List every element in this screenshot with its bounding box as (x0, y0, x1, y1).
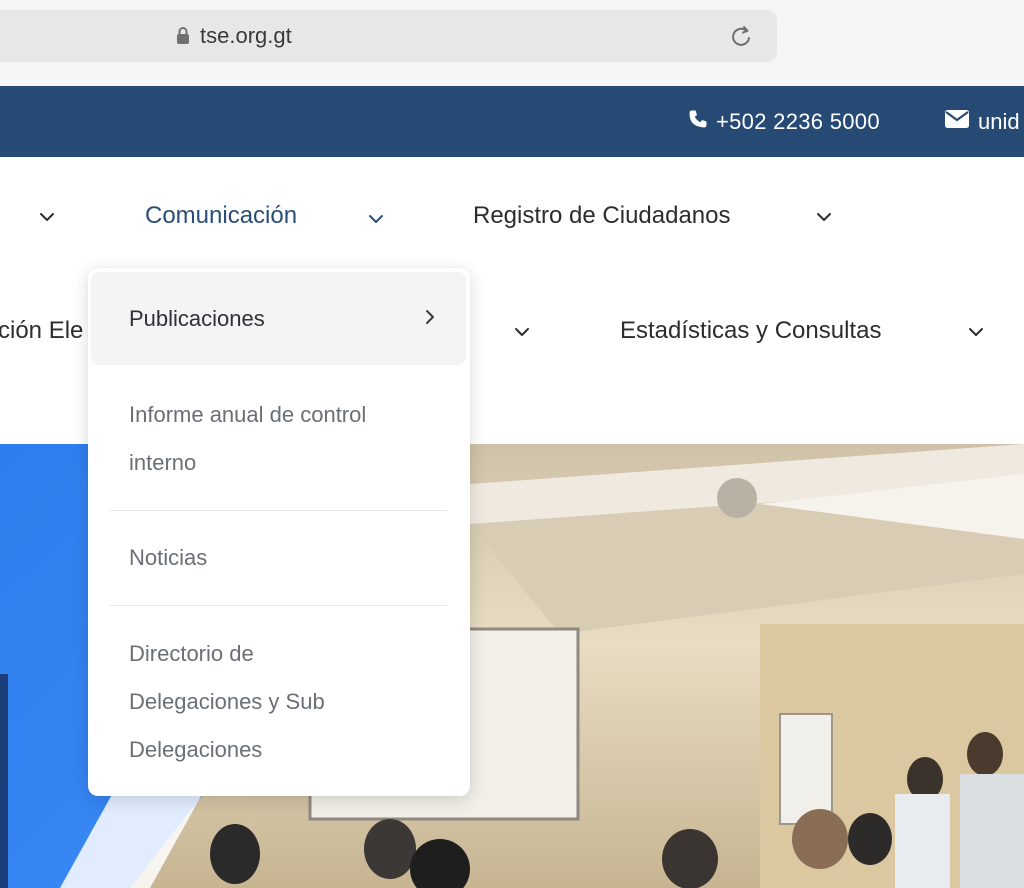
url-text: tse.org.gt (200, 23, 292, 48)
dropdown-item-label-line: Delegaciones (129, 737, 263, 762)
dropdown-item-label-line: Directorio de (129, 641, 254, 666)
address-bar[interactable]: tse.org.gt (0, 10, 777, 62)
dropdown-divider (110, 605, 447, 606)
url-display[interactable]: tse.org.gt (176, 10, 292, 62)
nav-item-registro-ciudadanos[interactable]: Registro de Ciudadanos (473, 202, 731, 230)
dropdown-divider (110, 510, 447, 511)
nav-item-organizacion-electoral[interactable]: ción Ele (0, 317, 83, 345)
nav-item-label: Registro de Ciudadanos (473, 202, 731, 229)
lock-icon (176, 26, 190, 46)
dropdown-item-publicaciones-label: Publicaciones (129, 306, 265, 331)
chevron-right-icon (426, 310, 434, 324)
chevron-down-icon[interactable] (39, 212, 55, 222)
top-info-bar: +502 2236 5000 unid (0, 86, 1024, 157)
nav-item-label: ción Ele (0, 317, 84, 344)
dropdown-item-label-line: Noticias (129, 545, 208, 570)
dropdown-item-label-line: Delegaciones y Sub (129, 689, 325, 714)
chevron-down-icon[interactable] (968, 327, 984, 337)
email-text: unid (978, 108, 1020, 134)
reload-icon[interactable] (729, 24, 755, 50)
envelope-icon (944, 109, 970, 135)
dropdown-item-label-line: Informe anual de control (129, 402, 367, 427)
nav-item-label: Estadísticas y Consultas (620, 317, 882, 344)
email-link[interactable]: unid (944, 86, 1020, 157)
phone-link[interactable]: +502 2236 5000 (688, 86, 880, 157)
chevron-down-icon[interactable] (368, 214, 384, 224)
chevron-down-icon[interactable] (816, 212, 832, 222)
browser-chrome: tse.org.gt (0, 0, 1024, 86)
dropdown-item-label-line: interno (129, 450, 197, 475)
chevron-down-icon[interactable] (514, 327, 530, 337)
nav-item-comunicacion[interactable]: Comunicación (145, 202, 297, 230)
nav-item-label: Comunicación (145, 202, 298, 229)
phone-icon (688, 109, 708, 135)
nav-item-estadisticas[interactable]: Estadísticas y Consultas (620, 317, 881, 345)
comunicacion-dropdown-menu: Publicaciones Informe anual de control i… (88, 268, 470, 796)
phone-number: +502 2236 5000 (716, 108, 880, 134)
